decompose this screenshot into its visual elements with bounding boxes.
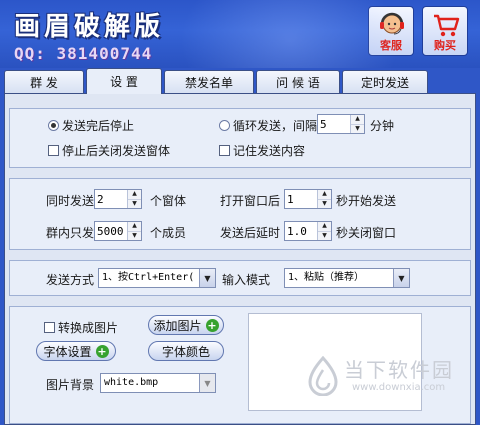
remember-content-option[interactable]: 记住发送内容 xyxy=(219,142,305,159)
convert-to-image-label: 转换成图片 xyxy=(58,321,119,335)
tab-scheduled-send[interactable]: 定时发送 xyxy=(342,70,428,94)
shopping-cart-icon xyxy=(434,14,460,37)
tab-group-send[interactable]: 群 发 xyxy=(4,70,84,94)
group-limit-unit: 个成员 xyxy=(150,226,187,240)
concurrent-label: 同时发送 xyxy=(46,194,95,208)
font-settings-label: 字体设置 xyxy=(43,344,92,359)
input-mode-label: 输入模式 xyxy=(222,273,271,287)
group-limit-label: 群内只发 xyxy=(46,226,95,240)
convert-to-image-option[interactable]: 转换成图片 xyxy=(44,319,118,336)
concurrent-up-arrow-icon[interactable]: ▲ xyxy=(128,190,141,199)
concurrent-input[interactable] xyxy=(95,190,127,208)
open-window-down-arrow-icon[interactable]: ▼ xyxy=(318,198,331,208)
plus-icon: + xyxy=(205,318,219,332)
image-background-value: white.bmp xyxy=(104,377,159,388)
buy-button[interactable]: 购买 xyxy=(422,6,468,56)
tab-bar: 群 发 设 置 禁发名单 问 候 语 定时发送 xyxy=(4,68,430,94)
open-window-up-arrow-icon[interactable]: ▲ xyxy=(318,190,331,199)
close-delay-input[interactable] xyxy=(285,222,317,240)
close-delay-down-arrow-icon[interactable]: ▼ xyxy=(318,230,331,240)
tab-settings[interactable]: 设 置 xyxy=(86,68,162,94)
input-mode-dropdown-icon[interactable]: ▼ xyxy=(393,269,409,287)
open-window-stepper[interactable]: ▲ ▼ xyxy=(284,189,332,209)
interval-input[interactable] xyxy=(318,115,350,133)
buy-label: 购买 xyxy=(434,39,456,52)
send-method-group: 发送方式 1、按Ctrl+Enter( ▼ 输入模式 1、粘贴（推荐） ▼ xyxy=(9,260,471,296)
app-title: 画眉破解版 xyxy=(14,12,165,42)
group-limit-down-arrow-icon[interactable]: ▼ xyxy=(128,230,141,240)
open-window-stepper-arrows: ▲ ▼ xyxy=(317,190,331,208)
group-limit-up-arrow-icon[interactable]: ▲ xyxy=(128,222,141,231)
close-delay-unit: 秒关闭窗口 xyxy=(336,226,397,240)
tab-greetings[interactable]: 问 候 语 xyxy=(256,70,340,94)
group-limit-stepper[interactable]: ▲ ▼ xyxy=(94,221,142,241)
send-mode-group: 发送完后停止 循环发送，间隔 ▲ ▼ 分钟 停止后关闭发送窗体 记住发送内容 xyxy=(9,108,471,168)
image-background-label: 图片背景 xyxy=(46,378,95,392)
input-mode-select[interactable]: 1、粘贴（推荐） ▼ xyxy=(284,268,410,288)
font-color-button[interactable]: 字体颜色 xyxy=(148,341,224,361)
loop-send-option[interactable]: 循环发送，间隔 xyxy=(219,117,317,134)
concurrent-unit: 个窗体 xyxy=(150,194,187,208)
app-qq-number: QQ: 381400744 xyxy=(14,44,153,63)
font-color-label: 字体颜色 xyxy=(161,344,210,359)
open-window-unit: 秒开始发送 xyxy=(336,194,397,208)
timing-group: 同时发送 ▲ ▼ 个窗体 打开窗口后 ▲ ▼ 秒开始发送 群内只发 ▲ ▼ xyxy=(9,178,471,250)
interval-unit: 分钟 xyxy=(370,119,395,133)
customer-service-label: 客服 xyxy=(380,39,402,52)
customer-service-icon xyxy=(380,12,404,35)
group-limit-stepper-arrows: ▲ ▼ xyxy=(127,222,141,240)
close-delay-stepper[interactable]: ▲ ▼ xyxy=(284,221,332,241)
send-method-label: 发送方式 xyxy=(46,273,95,287)
interval-down-arrow-icon[interactable]: ▼ xyxy=(351,123,364,133)
tab-blocklist[interactable]: 禁发名单 xyxy=(164,70,254,94)
close-delay-up-arrow-icon[interactable]: ▲ xyxy=(318,222,331,231)
add-image-label: 添加图片 xyxy=(153,318,202,333)
interval-up-arrow-icon[interactable]: ▲ xyxy=(351,115,364,124)
image-background-dropdown-icon[interactable]: ▼ xyxy=(199,374,215,392)
close-delay-label: 发送后延时 xyxy=(220,226,281,240)
send-method-dropdown-icon[interactable]: ▼ xyxy=(199,269,215,287)
loop-send-radio[interactable] xyxy=(219,120,230,131)
concurrent-down-arrow-icon[interactable]: ▼ xyxy=(128,198,141,208)
close-window-label: 停止后关闭发送窗体 xyxy=(62,144,171,158)
close-window-option[interactable]: 停止后关闭发送窗体 xyxy=(48,142,170,159)
loop-send-label: 循环发送，间隔 xyxy=(233,119,318,133)
remember-content-label: 记住发送内容 xyxy=(233,144,306,158)
convert-to-image-checkbox[interactable] xyxy=(44,322,55,333)
open-window-label: 打开窗口后 xyxy=(220,194,281,208)
font-settings-button[interactable]: 字体设置 + xyxy=(36,341,116,361)
remember-content-checkbox[interactable] xyxy=(219,145,230,156)
title-bar: 画眉破解版 QQ: 381400744 客服 购买 xyxy=(0,0,480,68)
input-mode-value: 1、粘贴（推荐） xyxy=(288,272,365,283)
image-group: 转换成图片 添加图片 + 字体设置 + 字体颜色 图片背景 white.bmp … xyxy=(9,306,471,424)
group-limit-input[interactable] xyxy=(95,222,127,240)
close-window-checkbox[interactable] xyxy=(48,145,59,156)
image-background-select[interactable]: white.bmp ▼ xyxy=(100,373,216,393)
send-method-select[interactable]: 1、按Ctrl+Enter( ▼ xyxy=(98,268,216,288)
image-preview xyxy=(248,313,422,411)
plus-icon: + xyxy=(95,344,109,358)
add-image-button[interactable]: 添加图片 + xyxy=(148,315,224,335)
open-window-input[interactable] xyxy=(285,190,317,208)
close-delay-stepper-arrows: ▲ ▼ xyxy=(317,222,331,240)
concurrent-stepper[interactable]: ▲ ▼ xyxy=(94,189,142,209)
customer-service-button[interactable]: 客服 xyxy=(368,6,414,56)
interval-stepper-arrows: ▲ ▼ xyxy=(350,115,364,133)
send-method-value: 1、按Ctrl+Enter( xyxy=(102,272,195,283)
concurrent-stepper-arrows: ▲ ▼ xyxy=(127,190,141,208)
stop-after-send-label: 发送完后停止 xyxy=(62,119,135,133)
stop-after-send-option[interactable]: 发送完后停止 xyxy=(48,117,134,134)
interval-stepper[interactable]: ▲ ▼ xyxy=(317,114,365,134)
stop-after-send-radio[interactable] xyxy=(48,120,59,131)
settings-panel: 发送完后停止 循环发送，间隔 ▲ ▼ 分钟 停止后关闭发送窗体 记住发送内容 同… xyxy=(4,93,476,425)
